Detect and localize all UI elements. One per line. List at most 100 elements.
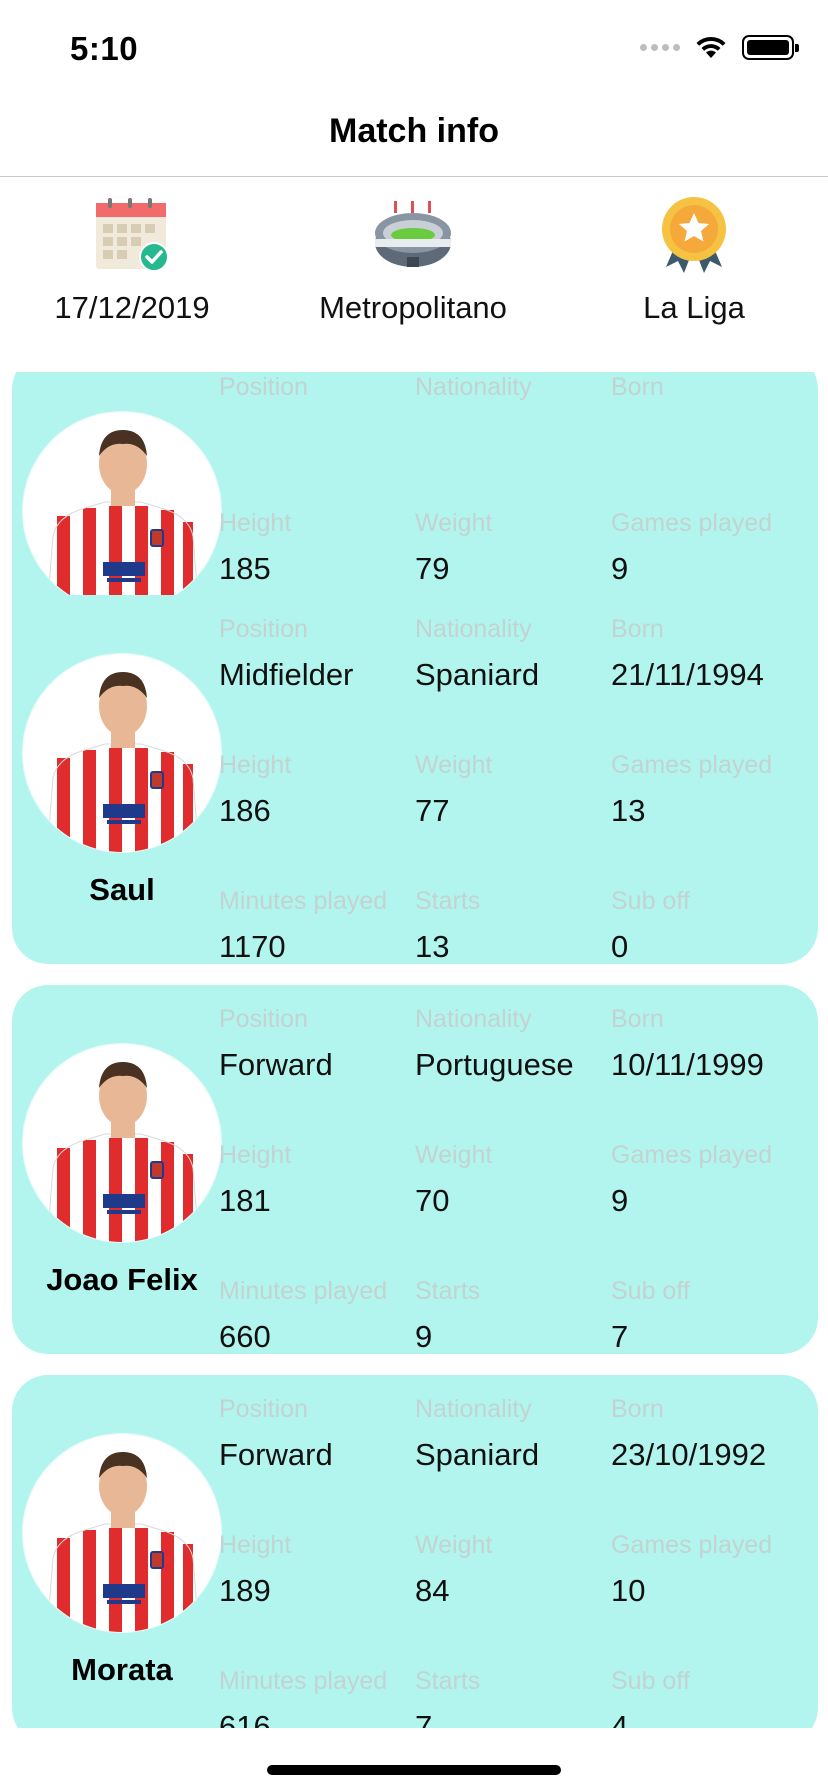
match-competition-label: La Liga [643,290,745,325]
stat-games-played: Games played 9 [611,509,807,587]
stat-label: Minutes played [219,887,388,915]
stat-label: Games played [611,1531,773,1559]
stat-label: Position [219,615,308,643]
page-title: Match info [329,112,499,150]
stat-label: Born [611,1005,664,1033]
stat-value: 186 [219,793,271,828]
stat-height: Height 186 [219,751,415,829]
player-card[interactable]: Saul Position Midfielder Nationality Spaniar… [12,595,818,964]
stat-born: Born 21/11/1994 [611,615,807,693]
stat-label: Minutes played [219,1277,388,1305]
stat-value: 23/10/1992 [611,1437,767,1472]
stat-value: 84 [415,1573,450,1608]
stat-label: Starts [415,1667,481,1695]
stat-label: Height [219,751,292,779]
signal-icon [640,43,680,51]
stat-weight: Weight 79 [415,509,611,587]
match-date-label: 17/12/2019 [54,290,210,325]
stat-value: 79 [415,551,450,586]
stat-value: 189 [219,1573,271,1608]
stat-label: Born [611,373,664,401]
stat-value: 7 [415,1709,433,1728]
stat-value: 13 [415,929,450,964]
stat-value: 9 [415,1319,433,1354]
stat-label: Weight [415,509,493,537]
stat-value: Spaniard [415,657,540,692]
player-name: Saul [89,872,155,907]
stat-label: Born [611,1395,664,1423]
stat-label: Position [219,1395,308,1423]
stat-label: Games played [611,1141,773,1169]
stat-label: Position [219,1005,308,1033]
stat-label: Height [219,1141,292,1169]
navigation-bar: Match info [0,100,828,177]
stat-height: Height 185 [219,509,415,587]
stat-label: Weight [415,1531,493,1559]
stat-born: Born [611,373,807,415]
stat-label: Weight [415,751,493,779]
status-icons [640,34,799,60]
stat-label: Born [611,615,664,643]
stat-minutes-played: Minutes played 1170 [219,887,415,965]
stat-sub-off: Sub off 7 [611,1277,807,1355]
stat-value: 4 [611,1709,629,1728]
stat-starts: Starts 7 [415,1667,611,1728]
stat-value: 1170 [219,929,286,964]
stat-value: 70 [415,1183,450,1218]
player-name: Joao Felix [46,1262,198,1297]
match-competition: La Liga [564,192,824,326]
stat-label: Nationality [415,1395,532,1423]
stat-value: 10 [611,1573,646,1608]
wifi-icon [696,36,726,58]
stat-position: Position Midfielder [219,615,415,693]
stat-value: 0 [611,929,629,964]
stat-label: Weight [415,1141,493,1169]
match-stadium: Metropolitano [283,192,543,326]
player-avatar [22,1433,222,1633]
stat-label: Height [219,1531,292,1559]
stat-label: Position [219,373,308,401]
stat-label: Minutes played [219,1667,388,1695]
stat-label: Nationality [415,615,532,643]
player-card[interactable]: Joao Felix Position Forward Nationality Port… [12,985,818,1354]
player-avatar [22,653,222,853]
stat-label: Height [219,509,292,537]
stat-label: Starts [415,887,481,915]
player-avatar [22,1043,222,1243]
stat-born: Born 23/10/1992 [611,1395,807,1473]
stat-label: Sub off [611,1277,690,1305]
stat-weight: Weight 70 [415,1141,611,1219]
stat-value: 10/11/1999 [611,1047,764,1082]
stat-label: Starts [415,1277,481,1305]
stat-value: Midfielder [219,657,354,692]
stat-value: Spaniard [415,1437,540,1472]
stat-label: Nationality [415,1005,532,1033]
stat-position: Position Forward [219,1005,415,1083]
stat-starts: Starts 9 [415,1277,611,1355]
stat-starts: Starts 13 [415,887,611,965]
match-date: 17/12/2019 [2,192,262,326]
stat-games-played: Games played 13 [611,751,807,829]
player-card[interactable]: Morata Position Forward Nationality Spaniard… [12,1375,818,1728]
stat-value: 77 [415,793,450,828]
home-indicator[interactable] [267,1765,561,1775]
battery-icon [742,34,799,60]
stat-label: Sub off [611,887,690,915]
stat-label: Games played [611,509,773,537]
stat-sub-off: Sub off 0 [611,887,807,965]
stat-value: 660 [219,1319,271,1354]
stat-value: 21/11/1994 [611,657,764,692]
stat-games-played: Games played 9 [611,1141,807,1219]
stat-value: 7 [611,1319,629,1354]
stat-born: Born 10/11/1999 [611,1005,807,1083]
stat-value: 181 [219,1183,271,1218]
stat-height: Height 189 [219,1531,415,1609]
player-avatar [22,411,222,611]
players-list[interactable]: VitoloPositionNationalityBornHeight185We… [0,372,828,1728]
stat-nationality: Nationality [415,373,611,415]
medal-icon [662,197,726,273]
stat-value: Portuguese [415,1047,574,1082]
stat-games-played: Games played 10 [611,1531,807,1609]
match-stadium-label: Metropolitano [319,290,507,325]
stat-value: 616 [219,1709,271,1728]
